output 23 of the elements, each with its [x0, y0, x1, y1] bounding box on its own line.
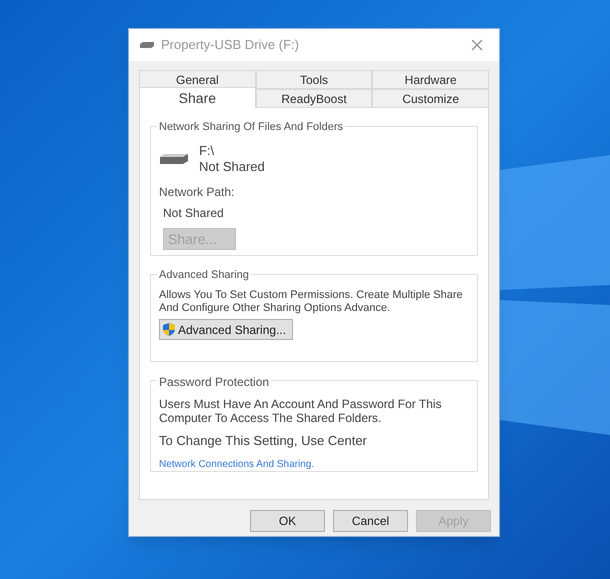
- drive-letter: F:\: [199, 143, 216, 159]
- share-status: Not Shared: [199, 159, 265, 175]
- drive-icon: [139, 41, 155, 49]
- group-title: Network Sharing Of Files And Folders: [157, 119, 346, 136]
- group-title: Advanced Sharing: [157, 267, 251, 284]
- tab[interactable]: Customize: [372, 89, 490, 108]
- window-title: Property-USB Drive (F:): [161, 36, 300, 54]
- tab[interactable]: Share: [139, 87, 256, 108]
- tab[interactable]: Hardware: [372, 70, 490, 89]
- close-icon: [471, 39, 483, 51]
- tab[interactable]: ReadyBoost: [256, 89, 372, 108]
- tab[interactable]: Tools: [256, 70, 372, 89]
- network-path-label: Network Path:: [159, 184, 236, 201]
- shield-icon: [162, 322, 176, 337]
- button[interactable]: OK: [250, 510, 325, 532]
- drive-icon: [159, 152, 189, 166]
- network-sharing-link[interactable]: Network Connections And Sharing.: [159, 458, 314, 470]
- hint-text: To Change This Setting, Use Center: [159, 432, 368, 450]
- button[interactable]: Cancel: [333, 510, 408, 532]
- button[interactable]: Advanced Sharing...: [159, 319, 294, 340]
- description-text: Users Must Have An Account And Password For This Computer To Access The Shared Folders.: [159, 397, 443, 425]
- network-path-value: Not Shared: [163, 205, 225, 222]
- description-text: Allows You To Set Custom Permissions. Create Multiple Share And Configure Other Sharing Options Advance.: [159, 289, 464, 315]
